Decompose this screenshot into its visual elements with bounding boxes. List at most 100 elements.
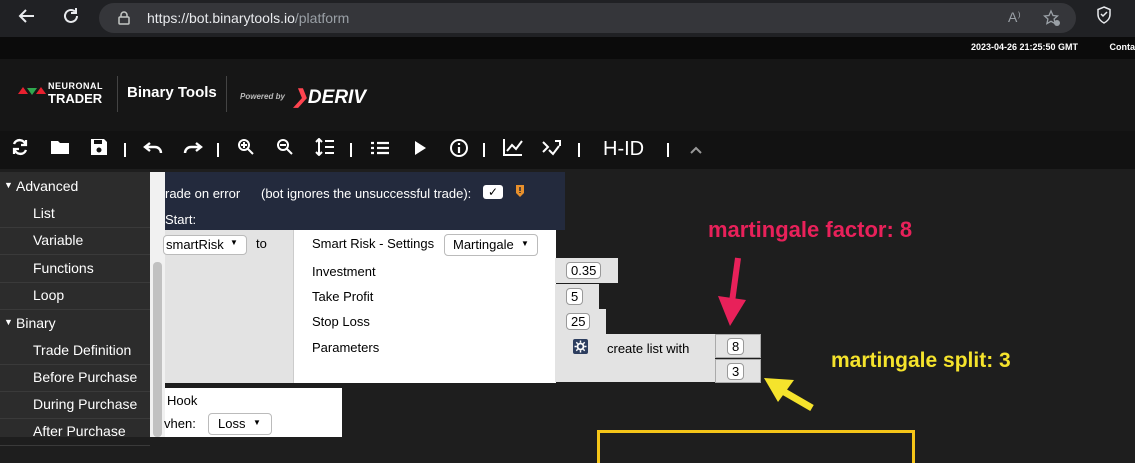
dropdown-arrow-icon: ▼ bbox=[230, 238, 238, 247]
url-path: /platform bbox=[295, 10, 349, 26]
shuffle-icon[interactable] bbox=[540, 138, 564, 162]
reload-icon[interactable] bbox=[58, 6, 84, 30]
take-profit-field[interactable]: 5 bbox=[566, 288, 583, 305]
chevron-up-icon[interactable] bbox=[684, 138, 708, 162]
save-icon[interactable] bbox=[87, 138, 111, 162]
deriv-logo[interactable]: ❯DERIV bbox=[292, 86, 366, 109]
start-label: Start: bbox=[165, 212, 196, 227]
dropdown-arrow-icon: ▼ bbox=[521, 239, 529, 248]
variable-name: smartRisk bbox=[166, 237, 224, 252]
brand-bottom: TRADER bbox=[48, 91, 102, 106]
read-aloud-icon[interactable]: A⁾ bbox=[1008, 9, 1021, 26]
redo-icon[interactable] bbox=[181, 138, 205, 162]
strategy-value: Martingale bbox=[453, 237, 514, 252]
sidebar-item-functions[interactable]: Functions bbox=[0, 255, 150, 283]
app-header: NEURONAL TRADER Binary Tools Powered by … bbox=[0, 59, 1135, 131]
back-icon[interactable] bbox=[14, 6, 40, 30]
favorites-icon[interactable] bbox=[1043, 9, 1061, 30]
when-label: vhen: bbox=[164, 416, 196, 431]
param-label: Parameters bbox=[312, 340, 379, 355]
sidebar-item-label: List bbox=[33, 205, 55, 221]
url-text: https://bot.binarytools.io/platform bbox=[147, 10, 349, 26]
trade-on-error-label: rade on error bbox=[165, 186, 240, 201]
folder-icon[interactable] bbox=[48, 138, 72, 162]
category-advanced[interactable]: ▼ Advanced bbox=[0, 173, 150, 199]
logo-mark-icon bbox=[18, 84, 46, 100]
contact-link[interactable]: Conta bbox=[1110, 42, 1135, 52]
when-value: Loss bbox=[218, 416, 245, 431]
toolbar-separator bbox=[124, 143, 126, 157]
gear-icon[interactable] bbox=[573, 339, 588, 354]
sidebar-item-label: Functions bbox=[33, 260, 94, 276]
list-item-factor[interactable]: 8 bbox=[727, 338, 744, 355]
category-label: Advanced bbox=[16, 178, 78, 194]
status-line: 2023-04-26 21:25:50 GMT Conta bbox=[0, 37, 1135, 59]
sidebar-item-label: Before Purchase bbox=[33, 369, 137, 385]
triangle-down-icon: ▼ bbox=[4, 317, 13, 327]
highlight-box bbox=[597, 430, 915, 463]
toolbar-separator bbox=[350, 143, 352, 157]
toolbar: H-ID bbox=[0, 131, 1135, 169]
sidebar-item-before-purchase[interactable]: Before Purchase bbox=[0, 364, 150, 392]
brand-top: NEURONAL bbox=[48, 81, 103, 91]
refresh-icon[interactable] bbox=[8, 138, 32, 162]
smart-risk-settings-label: Smart Risk - Settings bbox=[312, 236, 434, 251]
param-label: Take Profit bbox=[312, 289, 373, 304]
investment-field[interactable]: 0.35 bbox=[566, 262, 601, 279]
sidebar-item-list[interactable]: List bbox=[0, 200, 150, 228]
variable-dropdown[interactable]: smartRisk ▼ bbox=[163, 235, 247, 255]
deriv-mark-icon: ❯ bbox=[292, 87, 308, 108]
info-icon[interactable] bbox=[447, 138, 471, 162]
toolbar-separator bbox=[217, 143, 219, 157]
url-host: https://bot.binarytools.io bbox=[147, 10, 295, 26]
browser-bar: https://bot.binarytools.io/platform A⁾ bbox=[0, 0, 1135, 37]
triangle-down-icon: ▼ bbox=[4, 180, 13, 190]
hid-button[interactable]: H-ID bbox=[603, 138, 644, 161]
bot-ignores-label: (bot ignores the unsuccessful trade): bbox=[261, 186, 471, 201]
chart-icon[interactable] bbox=[501, 138, 525, 162]
yellow-arrow-icon bbox=[760, 374, 820, 414]
category-binary[interactable]: ▼ Binary bbox=[0, 310, 150, 336]
sidebar-item-variable[interactable]: Variable bbox=[0, 227, 150, 255]
param-label: Investment bbox=[312, 264, 376, 279]
sidebar-scrollbar[interactable] bbox=[150, 172, 165, 437]
sidebar-item-trade-definition[interactable]: Trade Definition bbox=[0, 337, 150, 365]
sidebar-item-after-purchase[interactable]: After Purchase bbox=[0, 418, 150, 446]
martingale-factor-annotation: martingale factor: 8 bbox=[708, 217, 912, 243]
server-time: 2023-04-26 21:25:50 GMT bbox=[971, 42, 1078, 52]
zoom-in-icon[interactable] bbox=[234, 138, 258, 162]
list-item-split[interactable]: 3 bbox=[727, 363, 744, 380]
sidebar-item-label: Trade Definition bbox=[33, 342, 131, 358]
scrollbar-thumb[interactable] bbox=[153, 262, 162, 437]
divider bbox=[117, 76, 118, 112]
hook-label: Hook bbox=[167, 393, 197, 408]
shield-icon[interactable] bbox=[1091, 6, 1117, 30]
stop-loss-field[interactable]: 25 bbox=[566, 313, 590, 330]
sidebar-item-label: Loop bbox=[33, 287, 64, 303]
create-list-label: create list with bbox=[607, 341, 689, 356]
sidebar-item-label: During Purchase bbox=[33, 396, 137, 412]
dropdown-arrow-icon: ▼ bbox=[253, 418, 261, 427]
sidebar-item-label: Variable bbox=[33, 232, 83, 248]
toolbar-separator bbox=[483, 143, 485, 157]
divider bbox=[226, 76, 227, 112]
sort-icon[interactable] bbox=[313, 138, 337, 162]
address-bar[interactable]: https://bot.binarytools.io/platform A⁾ bbox=[99, 3, 1076, 33]
list-icon[interactable] bbox=[368, 138, 392, 162]
warning-icon[interactable] bbox=[515, 184, 525, 203]
category-label: Binary bbox=[16, 315, 56, 331]
to-label: to bbox=[256, 236, 267, 251]
play-icon[interactable] bbox=[408, 138, 432, 162]
sidebar-item-loop[interactable]: Loop bbox=[0, 282, 150, 310]
zoom-out-icon[interactable] bbox=[273, 138, 297, 162]
strategy-dropdown[interactable]: Martingale ▼ bbox=[444, 234, 538, 256]
blocks-sidebar: ▼ Advanced List Variable Functions Loop … bbox=[0, 172, 150, 437]
red-arrow-icon bbox=[712, 256, 752, 328]
sidebar-item-during-purchase[interactable]: During Purchase bbox=[0, 391, 150, 419]
lock-icon[interactable] bbox=[118, 11, 130, 28]
undo-icon[interactable] bbox=[141, 138, 165, 162]
toolbar-separator bbox=[667, 143, 669, 157]
when-dropdown[interactable]: Loss ▼ bbox=[208, 413, 272, 435]
checkbox[interactable]: ✓ bbox=[483, 185, 503, 199]
trade-options-block[interactable]: rade on error (bot ignores the unsuccess… bbox=[165, 172, 565, 230]
